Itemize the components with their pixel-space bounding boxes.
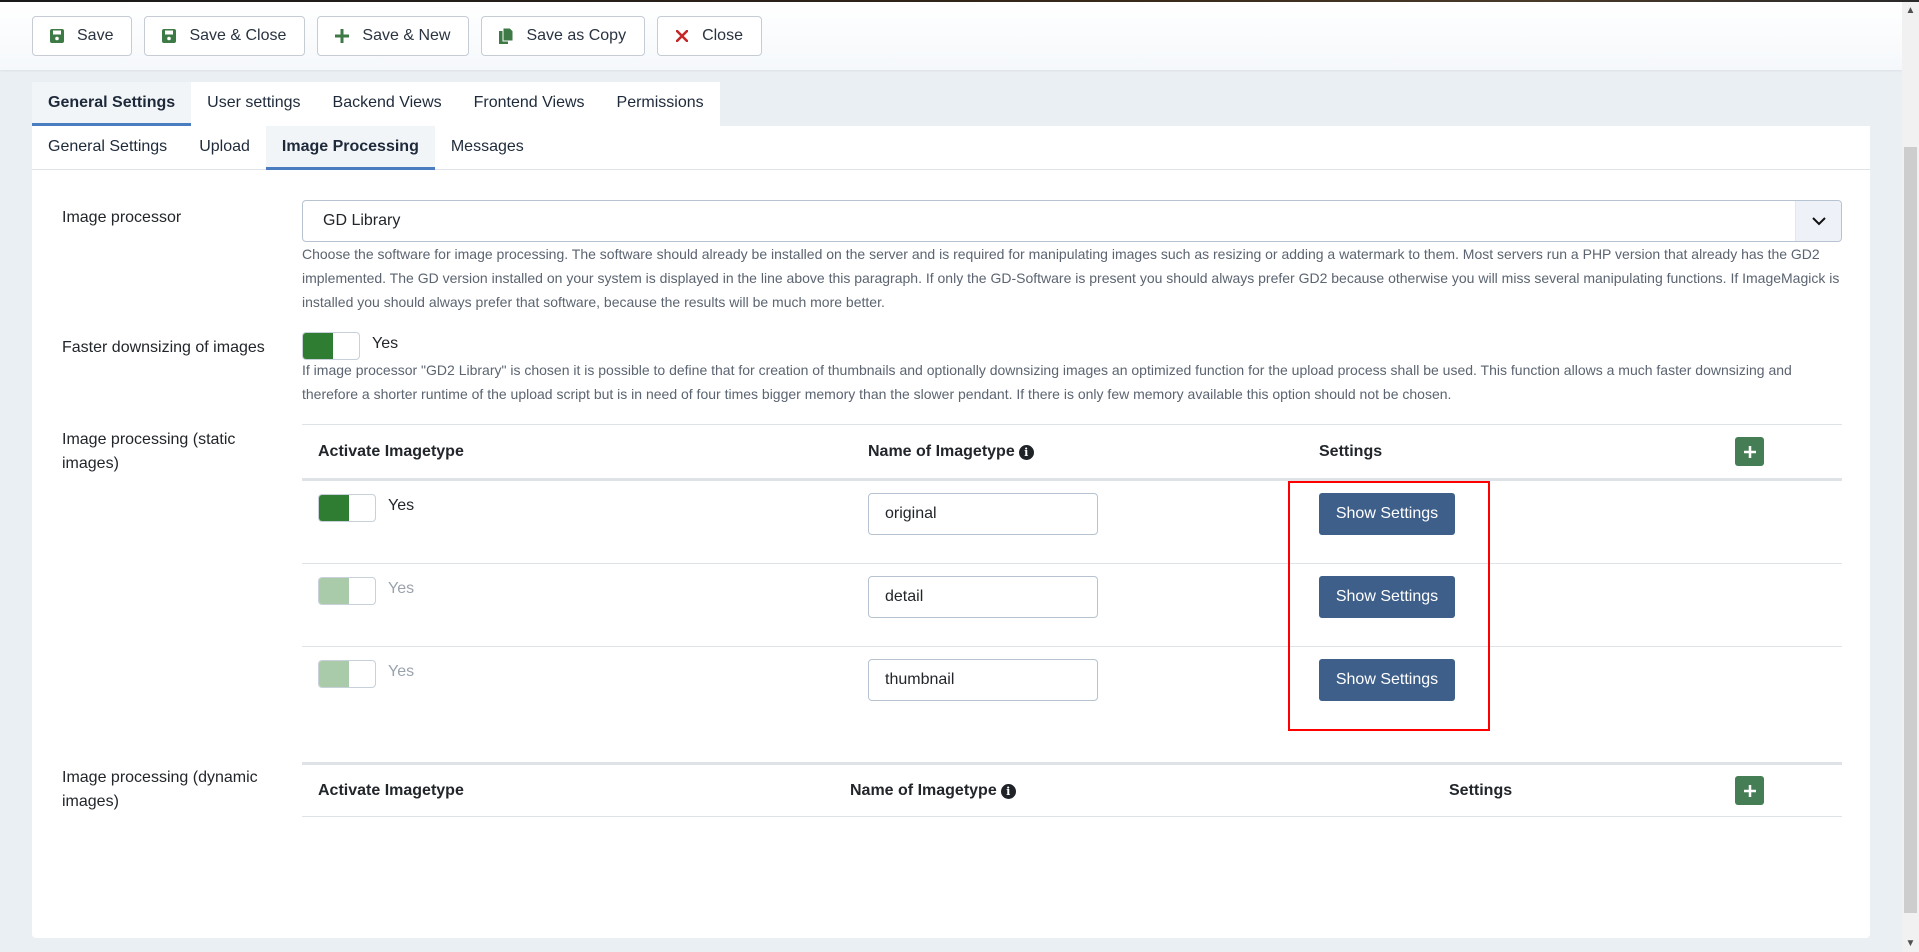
tab-general-settings[interactable]: General Settings bbox=[32, 82, 192, 126]
main-tabs: General Settings User settings Backend V… bbox=[32, 82, 720, 126]
faster-downsizing-value: Yes bbox=[372, 335, 399, 352]
switch-knob bbox=[319, 495, 349, 521]
activate-value: Yes bbox=[388, 497, 415, 514]
save-as-copy-button[interactable]: Save as Copy bbox=[481, 16, 646, 56]
plus-icon bbox=[334, 28, 350, 44]
save-as-copy-label: Save as Copy bbox=[526, 27, 627, 44]
header-activate-text: Activate Imagetype bbox=[318, 782, 464, 799]
show-settings-button[interactable]: Show Settings bbox=[1319, 659, 1455, 701]
header-activate-imagetype: Activate Imagetype bbox=[318, 443, 464, 461]
activate-value: Yes bbox=[388, 663, 415, 680]
switch-knob bbox=[319, 578, 349, 604]
subtab-image-processing[interactable]: Image Processing bbox=[265, 126, 435, 170]
info-icon[interactable]: i bbox=[1000, 783, 1016, 799]
header-name-of-imagetype: Name of Imagetype i bbox=[868, 443, 1034, 461]
save-label: Save bbox=[77, 27, 114, 44]
header-settings-text: Settings bbox=[1319, 443, 1383, 460]
save-icon bbox=[161, 28, 177, 44]
imagetype-name-input[interactable] bbox=[868, 493, 1098, 535]
faster-downsizing-label: Faster downsizing of images bbox=[62, 339, 265, 356]
table-top-border bbox=[302, 762, 1842, 765]
header-name-of-imagetype: Name of Imagetype i bbox=[850, 782, 1016, 800]
save-close-label: Save & Close bbox=[189, 27, 287, 44]
add-dynamic-imagetype-button[interactable] bbox=[1735, 776, 1764, 805]
toolbar: Save Save & Close Save & New Save as Cop… bbox=[0, 2, 1902, 70]
close-icon bbox=[674, 28, 690, 44]
save-button[interactable]: Save bbox=[32, 16, 133, 56]
scroll-up-icon[interactable]: ▲ bbox=[1902, 2, 1919, 19]
save-new-button[interactable]: Save & New bbox=[317, 16, 470, 56]
static-images-label: Image processing (static images) bbox=[62, 431, 236, 472]
subtab-general-settings[interactable]: General Settings bbox=[32, 126, 183, 170]
activate-imagetype-switch-thumbnail[interactable] bbox=[318, 660, 376, 688]
image-processor-select[interactable]: GD Library bbox=[302, 200, 1842, 242]
faster-downsizing-description: If image processor "GD2 Library" is chos… bbox=[302, 362, 1792, 402]
vertical-scrollbar[interactable]: ▲ ▼ bbox=[1902, 2, 1919, 952]
show-settings-button[interactable]: Show Settings bbox=[1319, 576, 1455, 618]
info-icon[interactable]: i bbox=[1018, 444, 1034, 460]
activate-imagetype-switch-original[interactable] bbox=[318, 494, 376, 522]
close-button[interactable]: Close bbox=[657, 16, 762, 56]
table-top-border bbox=[302, 424, 1842, 425]
tab-user-settings[interactable]: User settings bbox=[191, 82, 316, 126]
header-settings: Settings bbox=[1449, 782, 1512, 800]
header-activate-text: Activate Imagetype bbox=[318, 443, 464, 460]
row-divider bbox=[302, 646, 1842, 647]
save-icon bbox=[49, 28, 65, 44]
imagetype-name-input[interactable] bbox=[868, 576, 1098, 618]
show-settings-button[interactable]: Show Settings bbox=[1319, 493, 1455, 535]
save-close-button[interactable]: Save & Close bbox=[144, 16, 306, 56]
tab-permissions[interactable]: Permissions bbox=[601, 82, 720, 126]
subtab-upload[interactable]: Upload bbox=[183, 126, 266, 170]
settings-panel: General Settings Upload Image Processing… bbox=[32, 126, 1870, 938]
dynamic-images-label: Image processing (dynamic images) bbox=[62, 769, 258, 810]
tab-frontend-views[interactable]: Frontend Views bbox=[458, 82, 601, 126]
activate-value: Yes bbox=[388, 580, 415, 597]
activate-imagetype-switch-detail[interactable] bbox=[318, 577, 376, 605]
header-name-text: Name of Imagetype bbox=[868, 443, 1015, 460]
plus-icon bbox=[1743, 784, 1756, 797]
imagetype-name-input[interactable] bbox=[868, 659, 1098, 701]
chevron-down-icon bbox=[1795, 201, 1841, 241]
faster-downsizing-switch[interactable] bbox=[302, 332, 360, 360]
sub-tabs: General Settings Upload Image Processing… bbox=[32, 126, 1870, 170]
row-divider bbox=[302, 563, 1842, 564]
add-static-imagetype-button[interactable] bbox=[1735, 437, 1764, 466]
table-header-border bbox=[302, 478, 1842, 481]
image-processor-value: GD Library bbox=[323, 212, 401, 229]
image-processor-label: Image processor bbox=[62, 209, 182, 226]
save-new-label: Save & New bbox=[362, 27, 451, 44]
switch-knob bbox=[303, 333, 333, 359]
header-activate-imagetype: Activate Imagetype bbox=[318, 782, 464, 800]
header-settings: Settings bbox=[1319, 443, 1382, 461]
plus-icon bbox=[1743, 445, 1756, 458]
table-header-border bbox=[302, 816, 1842, 817]
close-label: Close bbox=[702, 27, 743, 44]
subtab-messages[interactable]: Messages bbox=[435, 126, 540, 170]
header-name-text: Name of Imagetype bbox=[850, 782, 997, 799]
switch-knob bbox=[319, 661, 349, 687]
copy-icon bbox=[498, 28, 514, 44]
scroll-down-icon[interactable]: ▼ bbox=[1902, 935, 1919, 952]
image-processor-description: Choose the software for image processing… bbox=[302, 246, 1840, 310]
scrollbar-thumb[interactable] bbox=[1904, 147, 1917, 913]
header-settings-text: Settings bbox=[1449, 782, 1513, 799]
tab-backend-views[interactable]: Backend Views bbox=[317, 82, 458, 126]
